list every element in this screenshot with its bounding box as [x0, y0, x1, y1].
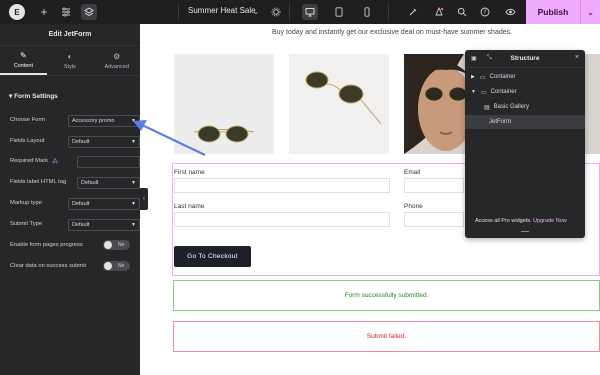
- annotation-arrow: [133, 120, 206, 156]
- arrow-shaft: [139, 123, 206, 156]
